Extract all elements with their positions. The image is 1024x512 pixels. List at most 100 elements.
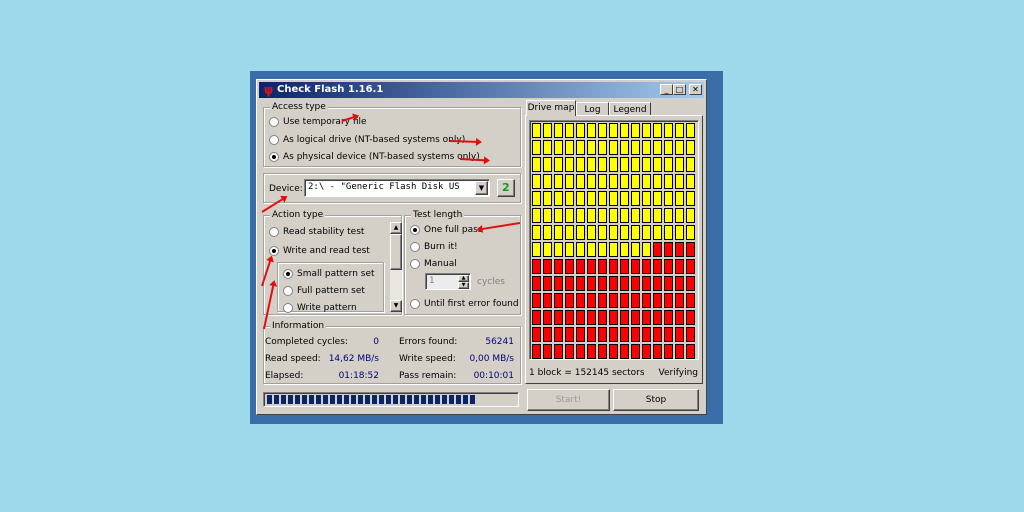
map-block (598, 242, 607, 257)
map-block (609, 293, 618, 308)
map-block (598, 208, 607, 223)
map-block (620, 140, 629, 155)
map-block (543, 310, 552, 325)
map-block (675, 310, 684, 325)
map-block (675, 293, 684, 308)
map-block (609, 259, 618, 274)
scroll-thumb[interactable] (390, 234, 402, 270)
start-button[interactable]: Start! (527, 389, 610, 411)
radio-indicator (269, 152, 279, 162)
radio-label: Small pattern set (297, 269, 375, 279)
radio-indicator (283, 303, 293, 313)
maximize-button[interactable]: □ (673, 84, 686, 95)
radio-label: Until first error found (424, 299, 519, 309)
test-length-group: Test length One full pass Burn it! Manua… (404, 209, 521, 315)
progress-segment (421, 395, 426, 404)
map-block (587, 157, 596, 172)
map-block (587, 191, 596, 206)
map-block (532, 293, 541, 308)
cycles-spinner[interactable]: 1 ▲ ▼ (425, 273, 471, 290)
map-block (576, 276, 585, 291)
map-block (554, 310, 563, 325)
map-block (620, 225, 629, 240)
action-scrollbar[interactable]: ▲ ▼ (390, 222, 402, 312)
tab-drive-map[interactable]: Drive map (526, 100, 576, 116)
spin-up-icon[interactable]: ▲ (458, 275, 469, 282)
map-block (565, 344, 574, 359)
map-block (598, 344, 607, 359)
radio-indicator (410, 225, 420, 235)
map-block (675, 174, 684, 189)
map-block (532, 191, 541, 206)
stop-button[interactable]: Stop (613, 389, 699, 411)
progress-segment (323, 395, 328, 404)
block-info: 1 block = 152145 sectors (529, 368, 645, 378)
tab-log[interactable]: Log (576, 102, 609, 116)
map-block (686, 310, 695, 325)
map-block (576, 242, 585, 257)
map-block (675, 123, 684, 138)
map-status: Verifying (658, 368, 698, 378)
close-button[interactable]: ✕ (689, 84, 702, 95)
map-block (653, 191, 662, 206)
map-block (609, 191, 618, 206)
spin-down-icon[interactable]: ▼ (458, 282, 469, 289)
map-block (609, 208, 618, 223)
completed-cycles-value: 0 (373, 337, 379, 347)
map-block (554, 208, 563, 223)
map-block (631, 310, 640, 325)
map-block (587, 344, 596, 359)
map-block (532, 310, 541, 325)
map-block (554, 293, 563, 308)
progress-segment (309, 395, 314, 404)
refresh-button[interactable]: 2 (497, 179, 515, 197)
minimize-button[interactable]: _ (660, 84, 673, 95)
map-block (543, 208, 552, 223)
map-block (532, 174, 541, 189)
map-block (675, 157, 684, 172)
tab-legend[interactable]: Legend (609, 102, 651, 116)
map-block (609, 310, 618, 325)
map-block (598, 293, 607, 308)
map-block (664, 242, 673, 257)
map-block (587, 259, 596, 274)
map-block (576, 293, 585, 308)
read-speed-value: 14,62 MB/s (328, 354, 379, 364)
progress-bar (263, 392, 519, 407)
map-block (631, 242, 640, 257)
map-block (686, 191, 695, 206)
scroll-up-icon[interactable]: ▲ (390, 222, 402, 234)
map-block (620, 310, 629, 325)
map-block (587, 293, 596, 308)
title-bar[interactable]: ψ Check Flash 1.16.1 _ □ ✕ (259, 82, 704, 98)
chevron-down-icon[interactable]: ▼ (475, 181, 488, 195)
map-block (543, 225, 552, 240)
write-speed-value: 0,00 MB/s (469, 354, 514, 364)
map-block (532, 140, 541, 155)
map-block (565, 208, 574, 223)
radio-indicator (410, 299, 420, 309)
device-select[interactable]: 2:\ - "Generic Flash Disk US ▼ (304, 179, 490, 197)
map-block (631, 157, 640, 172)
map-block (620, 276, 629, 291)
scroll-down-icon[interactable]: ▼ (390, 300, 402, 312)
map-block (576, 344, 585, 359)
pattern-subgroup: Small pattern set Full pattern set Write… (277, 262, 384, 313)
radio-label: Burn it! (424, 242, 458, 252)
map-block (598, 191, 607, 206)
map-block (587, 327, 596, 342)
map-block (554, 259, 563, 274)
progress-segment (330, 395, 335, 404)
map-block (554, 123, 563, 138)
map-block (631, 225, 640, 240)
map-block (576, 225, 585, 240)
map-block (576, 174, 585, 189)
map-block (653, 208, 662, 223)
map-block (675, 208, 684, 223)
map-block (631, 174, 640, 189)
map-block (565, 191, 574, 206)
cycles-label: cycles (477, 277, 505, 287)
map-block (642, 259, 651, 274)
map-block (576, 140, 585, 155)
map-block (686, 293, 695, 308)
